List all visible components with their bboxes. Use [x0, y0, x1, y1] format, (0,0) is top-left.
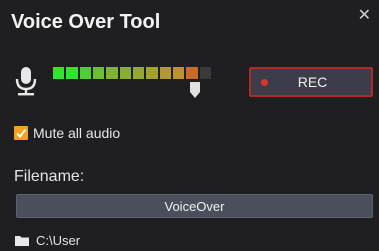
meter-segment — [79, 67, 91, 79]
meter-segment — [66, 67, 78, 79]
meter-segment — [119, 67, 131, 79]
meter-segment — [186, 67, 198, 79]
meter-segment — [106, 67, 118, 79]
audio-level-meter — [53, 67, 211, 79]
record-button-label: REC — [297, 74, 328, 90]
meter-segment — [146, 67, 158, 79]
meter-segment — [132, 67, 145, 79]
mute-all-audio-label: Mute all audio — [33, 125, 121, 141]
mute-all-audio-checkbox[interactable] — [14, 126, 28, 140]
output-path[interactable]: C:\User — [15, 233, 80, 248]
record-button[interactable]: REC — [249, 67, 373, 97]
close-icon[interactable]: ✕ — [358, 8, 371, 24]
meter-segment — [92, 67, 105, 79]
meter-segment — [53, 67, 65, 79]
voice-over-tool-panel: Voice Over Tool ✕ REC Mute all audio Fil… — [0, 0, 379, 251]
microphone-icon — [15, 67, 37, 96]
meter-segment — [159, 67, 171, 79]
window-title: Voice Over Tool — [11, 11, 161, 33]
filename-label: Filename: — [14, 168, 85, 185]
filename-input[interactable] — [16, 194, 373, 218]
record-dot-icon — [261, 78, 268, 86]
meter-segment — [172, 67, 185, 79]
meter-segment — [199, 67, 211, 79]
output-path-label: C:\User — [36, 233, 81, 248]
meter-slider-handle[interactable] — [190, 82, 201, 98]
mute-all-audio-option[interactable]: Mute all audio — [14, 125, 120, 141]
folder-icon — [15, 236, 29, 246]
